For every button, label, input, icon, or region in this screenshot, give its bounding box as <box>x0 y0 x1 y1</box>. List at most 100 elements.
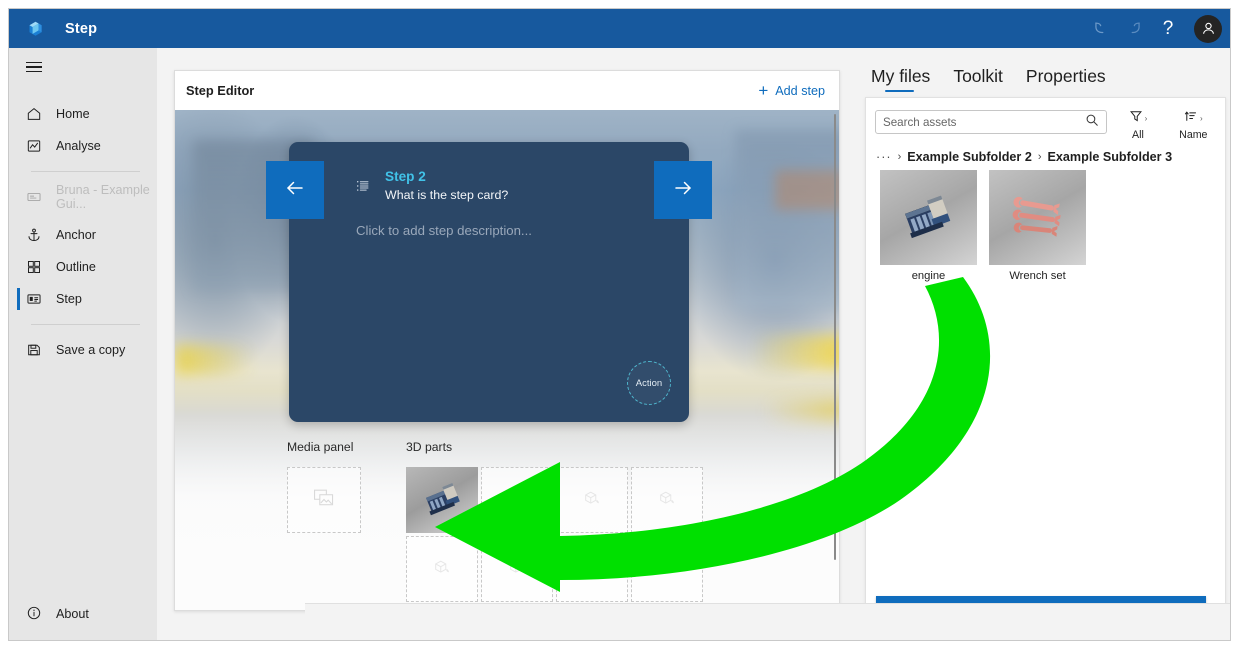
action-button[interactable]: Action <box>627 361 671 405</box>
tab-my-files[interactable]: My files <box>871 66 930 92</box>
chevron-right-icon: › <box>1144 113 1148 123</box>
sidebar-divider <box>31 171 140 172</box>
tab-label: Properties <box>1025 66 1106 86</box>
part-slot-empty[interactable] <box>631 536 703 602</box>
media-image-icon <box>313 488 335 513</box>
part-slot-empty[interactable] <box>406 536 478 602</box>
asset-name: Wrench set <box>1009 270 1066 282</box>
step-description-placeholder[interactable]: Click to add step description... <box>356 223 532 238</box>
application-window: Step ? Home Analyse Bruna - Example Gui.… <box>0 0 1239 649</box>
analyse-chart-icon <box>26 138 42 154</box>
hamburger-menu-icon[interactable] <box>9 48 157 86</box>
filter-label: All <box>1132 129 1144 141</box>
step-card[interactable]: Step 2 What is the step card? Click to a… <box>266 142 712 422</box>
part-slot-filled[interactable] <box>406 467 478 533</box>
search-icon[interactable] <box>1085 113 1099 132</box>
sidebar-item-home[interactable]: Home <box>9 98 157 130</box>
search-input[interactable] <box>883 115 1086 129</box>
sidebar-item-save-a-copy[interactable]: Save a copy <box>9 334 157 366</box>
sort-control[interactable]: › Name <box>1169 109 1218 141</box>
filter-funnel-icon <box>1129 109 1143 128</box>
status-bar <box>305 603 1230 640</box>
breadcrumb-item[interactable]: Example Subfolder 2 <box>907 150 1032 164</box>
sidebar-item-analyse[interactable]: Analyse <box>9 130 157 162</box>
help-question-icon[interactable]: ? <box>1152 13 1184 45</box>
anchor-icon <box>26 227 42 243</box>
add-step-button[interactable]: + Add step <box>758 82 825 99</box>
app-title: Step <box>65 20 98 37</box>
part-slot-empty[interactable] <box>631 467 703 533</box>
cube-3d-icon <box>582 489 602 512</box>
breadcrumb-separator: › <box>897 151 902 163</box>
user-avatar-icon[interactable] <box>1194 14 1222 43</box>
next-step-button[interactable] <box>654 161 712 219</box>
tab-toolkit[interactable]: Toolkit <box>953 66 1003 92</box>
engine-3d-thumbnail <box>880 170 977 265</box>
photo-blur-shape <box>175 345 255 375</box>
sidebar-item-about[interactable]: About <box>9 598 157 630</box>
window-frame: Step ? Home Analyse Bruna - Example Gui.… <box>8 8 1231 641</box>
sidebar-item-label: Step <box>56 292 82 306</box>
sidebar-item-label: Home <box>56 107 90 121</box>
parts-panel-block: 3D parts <box>406 440 703 602</box>
chevron-right-icon: › <box>1199 113 1203 123</box>
cube-3d-icon <box>582 558 602 581</box>
home-icon <box>26 106 42 122</box>
title-bar: Step ? <box>9 9 1230 48</box>
step-card-icon <box>26 291 42 307</box>
assets-content-card: › All <box>865 97 1226 634</box>
cube-3d-icon <box>507 489 527 512</box>
sidebar-item-guide: Bruna - Example Gui... <box>9 181 157 213</box>
assets-panel-tabs: My files Toolkit Properties <box>871 66 1106 92</box>
breadcrumb-item[interactable]: Example Subfolder 3 <box>1048 150 1173 164</box>
part-slot-empty[interactable] <box>556 467 628 533</box>
tab-label: Toolkit <box>953 66 1003 86</box>
part-slot-empty[interactable] <box>481 467 553 533</box>
part-slot-empty[interactable] <box>556 536 628 602</box>
sidebar-item-label: Bruna - Example Gui... <box>56 183 150 211</box>
undo-icon[interactable] <box>1084 13 1116 45</box>
workspace: Step Editor + Add step Step 2 What is th… <box>157 48 1230 640</box>
action-button-label: Action <box>635 377 663 389</box>
canvas-scrollbar[interactable] <box>834 114 836 560</box>
photo-blur-shape <box>735 130 839 310</box>
sidebar-divider-2 <box>31 324 140 325</box>
save-disk-icon <box>26 342 42 358</box>
breadcrumb: ··· › Example Subfolder 2 › Example Subf… <box>876 150 1172 164</box>
asset-item[interactable]: Wrench set <box>989 170 1086 282</box>
assets-toolbar: › All <box>875 109 1218 145</box>
wrench-set-3d-thumbnail <box>989 170 1086 265</box>
arrow-right-icon <box>671 176 695 205</box>
breadcrumb-overflow[interactable]: ··· <box>876 150 892 164</box>
sidebar-item-step[interactable]: Step <box>9 283 157 315</box>
asset-item[interactable]: engine <box>880 170 977 282</box>
part-slot-empty[interactable] <box>481 536 553 602</box>
media-panel-label: Media panel <box>287 440 354 454</box>
step-list-icon <box>355 178 371 194</box>
photo-blur-shape <box>755 335 839 369</box>
previous-step-button[interactable] <box>266 161 324 219</box>
step-editor-panel: Step Editor + Add step Step 2 What is th… <box>174 70 840 611</box>
photo-blur-shape <box>775 170 839 210</box>
search-assets-box[interactable] <box>875 110 1108 134</box>
sidebar-item-label: Outline <box>56 260 96 274</box>
media-slot[interactable] <box>287 467 361 533</box>
step-canvas: Step 2 What is the step card? Click to a… <box>175 110 839 610</box>
outline-grid-icon <box>26 259 42 275</box>
info-circle-icon <box>26 605 42 624</box>
titlebar-actions: ? <box>1084 9 1222 48</box>
media-panel-block: Media panel <box>287 440 361 533</box>
plus-icon: + <box>758 81 769 100</box>
sidebar-item-outline[interactable]: Outline <box>9 251 157 283</box>
sidebar-item-anchor[interactable]: Anchor <box>9 219 157 251</box>
redo-icon[interactable] <box>1118 13 1150 45</box>
sort-ascending-icon <box>1184 109 1198 128</box>
page-title: Step Editor <box>186 83 255 98</box>
engine-thumbnail <box>406 467 478 533</box>
asset-grid: engine Wrench set <box>880 170 1086 282</box>
tab-properties[interactable]: Properties <box>1026 66 1106 92</box>
filter-control[interactable]: › All <box>1113 109 1162 141</box>
sidebar-item-label: Analyse <box>56 139 101 153</box>
step-title-text[interactable]: What is the step card? <box>385 188 508 202</box>
add-step-label: Add step <box>775 83 825 98</box>
